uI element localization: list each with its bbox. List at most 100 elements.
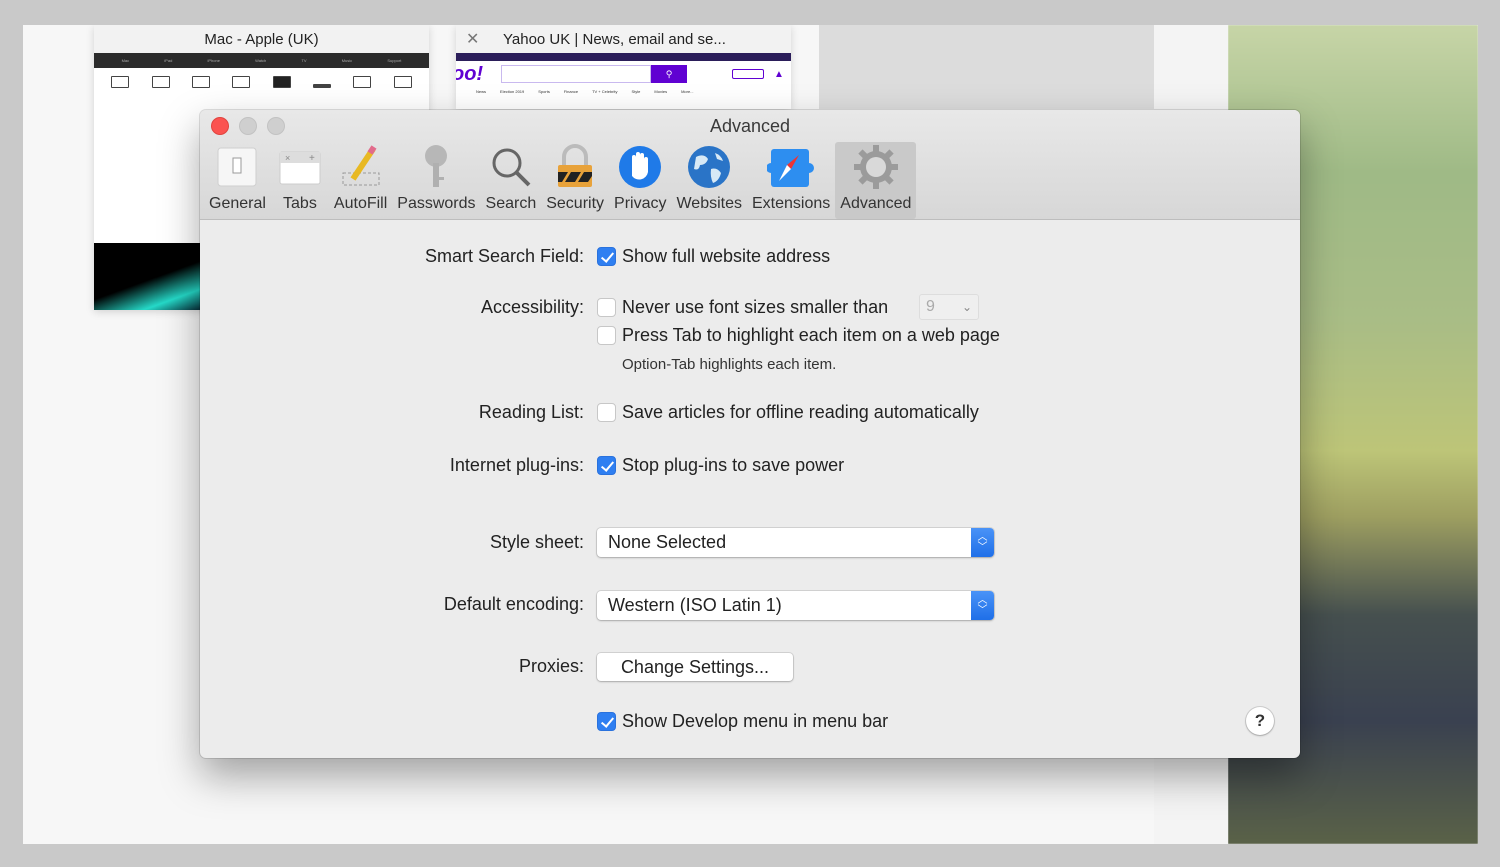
change-settings-button[interactable]: Change Settings... (597, 653, 793, 681)
style-sheet-select[interactable]: None Selected ︿ ﹀ (597, 528, 994, 557)
tab-label: Security (546, 195, 605, 212)
tab-thumbnail-header: ✕ Yahoo UK | News, email and se... (456, 25, 791, 53)
gear-icon (852, 142, 900, 192)
tab-label: Extensions (752, 195, 831, 212)
encoding-value: Western (ISO Latin 1) (608, 595, 782, 615)
pencil-icon (337, 142, 385, 192)
tabs-icon: × + (276, 142, 324, 192)
apple-nav-item: Support (387, 58, 402, 63)
updown-chevron-icon: ︿ ﹀ (971, 591, 994, 620)
tab-thumbnail-yahoo[interactable]: ✕ Yahoo UK | News, email and se... oo! ⚲… (456, 25, 791, 109)
apple-nav-item: iPad (164, 58, 173, 63)
window-title: Advanced (709, 116, 791, 136)
preference-tabs: General × + Tabs AutoFill Passwords Sear… (204, 142, 917, 219)
yahoo-nav-bar (456, 53, 791, 61)
develop-menu-option[interactable]: Show Develop menu in menu bar (622, 711, 888, 732)
yahoo-link: Style (631, 89, 641, 94)
apple-nav-bar: Mac iPad iPhone Watch TV Music Support (94, 53, 429, 68)
apple-nav-item: TV (301, 58, 307, 63)
general-switch-icon (213, 142, 261, 192)
show-full-address-option[interactable]: Show full website address (622, 246, 830, 267)
yahoo-links: News Election 2019 Sports Finance TV + C… (456, 89, 791, 94)
tab-general[interactable]: General (204, 142, 271, 219)
apple-nav-item: Music (341, 58, 353, 63)
padlock-icon (551, 142, 599, 192)
min-font-size-value: 9 (926, 298, 935, 315)
tab-advanced[interactable]: Advanced (835, 142, 917, 219)
tab-label: AutoFill (333, 195, 388, 212)
tab-highlight-checkbox[interactable] (597, 326, 616, 345)
tab-extensions[interactable]: Extensions (747, 142, 835, 219)
tab-thumbnail-title: Mac - Apple (UK) (94, 25, 429, 53)
svg-text:×: × (285, 153, 290, 163)
accessibility-label: Accessibility: (480, 297, 584, 317)
proxies-label: Proxies: (518, 656, 584, 676)
macbook-icon (151, 76, 170, 88)
chevron-down-icon: ⌄ (961, 300, 972, 314)
yahoo-link: TV + Celebrity (592, 89, 618, 94)
show-full-address-checkbox[interactable] (597, 247, 616, 266)
apple-product-row (94, 68, 429, 106)
macbook-icon (111, 76, 130, 88)
min-font-size-option[interactable]: Never use font sizes smaller than (622, 297, 888, 318)
tab-label: Advanced (840, 195, 912, 212)
tab-thumbnail-title: Yahoo UK | News, email and se... (503, 30, 726, 48)
yahoo-link: Finance (563, 89, 579, 94)
stop-plugins-option[interactable]: Stop plug-ins to save power (622, 455, 844, 476)
globe-icon (685, 142, 733, 192)
tab-search[interactable]: Search (481, 142, 542, 219)
imac-icon (191, 76, 210, 88)
offline-reading-checkbox[interactable] (597, 403, 616, 422)
puzzle-compass-icon (767, 142, 815, 192)
close-tab-icon[interactable]: ✕ (466, 29, 479, 49)
tab-security[interactable]: Security (541, 142, 609, 219)
yahoo-search-bar: oo! ⚲ ▲ (456, 61, 791, 87)
yahoo-link: Sports (538, 89, 550, 94)
stop-plugins-checkbox[interactable] (597, 456, 616, 475)
smart-search-label: Smart Search Field: (424, 246, 584, 266)
encoding-label: Default encoding: (443, 594, 584, 614)
mac-pro-icon (272, 76, 291, 88)
tab-privacy[interactable]: Privacy (609, 142, 671, 219)
help-button[interactable]: ? (1246, 707, 1274, 735)
hand-icon (616, 142, 664, 192)
apple-nav-item: Mac (121, 58, 130, 63)
tab-websites[interactable]: Websites (671, 142, 747, 219)
reading-list-label: Reading List: (478, 402, 584, 422)
display-icon (393, 76, 412, 88)
bell-icon: ▲ (774, 68, 784, 80)
yahoo-link: More... (681, 89, 694, 94)
style-sheet-value: None Selected (608, 532, 727, 552)
preferences-window: Advanced General × + Tabs AutoFill Passw… (200, 110, 1300, 758)
apple-nav-item: iPhone (207, 58, 220, 63)
apple-nav-item: Watch (255, 58, 267, 63)
offline-reading-option[interactable]: Save articles for offline reading automa… (622, 402, 979, 423)
background-window (819, 25, 1154, 109)
magnifier-icon (487, 142, 535, 192)
tab-label: Websites (676, 195, 742, 212)
encoding-select[interactable]: Western (ISO Latin 1) ︿ ﹀ (597, 591, 994, 620)
min-font-size-select[interactable]: 9 ⌄ (919, 294, 979, 320)
tab-label: Tabs (283, 195, 317, 212)
develop-menu-checkbox[interactable] (597, 712, 616, 731)
tab-autofill[interactable]: AutoFill (329, 142, 392, 219)
imac-pro-icon (232, 76, 251, 88)
updown-chevron-icon: ︿ ﹀ (971, 528, 994, 557)
tab-label: Privacy (614, 195, 667, 212)
svg-text:+: + (309, 153, 315, 164)
compare-icon (353, 76, 372, 88)
key-icon (412, 142, 460, 192)
sign-in-button (732, 69, 764, 79)
tab-label: Search (485, 195, 537, 212)
option-tab-hint: Option-Tab highlights each item. (622, 356, 837, 373)
tab-highlight-option[interactable]: Press Tab to highlight each item on a we… (622, 325, 1000, 346)
tab-label: General (209, 195, 266, 212)
yahoo-link: News (476, 89, 487, 94)
min-font-size-checkbox[interactable] (597, 298, 616, 317)
yahoo-search-input (501, 65, 651, 83)
yahoo-logo: oo! (456, 62, 484, 85)
tab-tabs[interactable]: × + Tabs (271, 142, 329, 219)
tab-passwords[interactable]: Passwords (392, 142, 480, 219)
yahoo-link: Election 2019 (500, 89, 525, 94)
plugins-label: Internet plug-ins: (449, 455, 584, 475)
